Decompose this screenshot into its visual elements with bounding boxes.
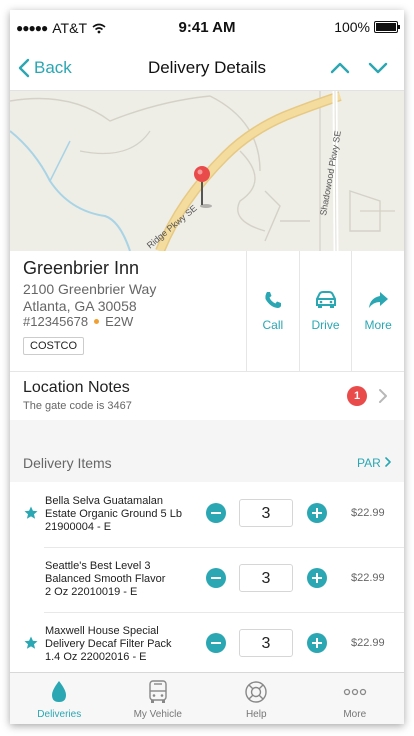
phone-icon — [265, 292, 281, 308]
more-actions-button[interactable]: More — [351, 251, 404, 371]
item-price: $22.99 — [351, 572, 385, 584]
customer-tag: COSTCO — [23, 337, 85, 355]
droplet-icon — [52, 681, 67, 702]
item-name-line-1: Maxwell House Special — [45, 625, 159, 637]
route-code: E2W — [105, 314, 134, 329]
app-screen: ●●●●● AT&T 9:41 AM 100% Back Delivery De… — [10, 10, 404, 724]
address-line-2: Atlanta, GA 30058 — [23, 298, 137, 314]
next-delivery-button[interactable] — [368, 60, 388, 76]
more-actions-label: More — [364, 318, 392, 332]
decrease-quantity-button[interactable] — [206, 568, 226, 588]
decrease-quantity-button[interactable] — [206, 503, 226, 523]
item-name: Maxwell House Special Delivery Decaf Fil… — [45, 625, 205, 664]
par-button[interactable]: PAR — [357, 456, 392, 470]
tab-deliveries[interactable]: Deliveries — [10, 673, 109, 724]
chevron-right-icon — [385, 457, 391, 467]
quantity-input[interactable]: 3 — [239, 629, 293, 657]
car-icon — [315, 291, 336, 308]
bus-icon — [149, 680, 167, 703]
customer-name: Greenbrier Inn — [23, 258, 140, 278]
decrease-quantity-button[interactable] — [206, 633, 226, 653]
ellipsis-icon — [343, 688, 366, 696]
list-item: Bella Selva Guatamalan Estate Organic Gr… — [10, 482, 404, 547]
order-line: #12345678 E2W — [23, 314, 133, 329]
status-bar: ●●●●● AT&T 9:41 AM 100% — [10, 10, 404, 46]
increase-quantity-button[interactable] — [307, 503, 327, 523]
drive-label: Drive — [311, 318, 340, 332]
lifebuoy-icon — [245, 681, 267, 703]
tab-help-label: Help — [245, 709, 267, 720]
item-name-line-2: Delivery Decaf Filter Pack — [45, 638, 172, 650]
quantity-input[interactable]: 3 — [239, 499, 293, 527]
nav-bar: Back Delivery Details — [10, 46, 404, 91]
map-canvas: Ridge Pkwy SE Shadowood Pkwy SE — [10, 91, 404, 251]
item-price: $22.99 — [351, 507, 385, 519]
item-name-line-1: Seattle's Best Level 3 — [45, 560, 151, 572]
item-name-line-2: Estate Organic Ground 5 Lb — [45, 508, 182, 520]
quantity-input[interactable]: 3 — [239, 564, 293, 592]
tab-deliveries-label: Deliveries — [37, 709, 82, 720]
notes-count-badge: 1 — [347, 386, 367, 406]
item-price: $22.99 — [351, 637, 385, 649]
item-name-line-1: Bella Selva Guatamalan — [45, 495, 164, 507]
chevron-right-icon — [379, 389, 387, 403]
tab-more-label: More — [343, 709, 367, 720]
item-name-line-3: 21900004 - E — [45, 521, 112, 533]
par-label: PAR — [357, 456, 381, 470]
call-label: Call — [262, 318, 284, 332]
location-note-text: The gate code is 3467 — [23, 400, 132, 412]
list-item: Seattle's Best Level 3 Balanced Smooth F… — [10, 547, 404, 612]
call-button[interactable]: Call — [246, 251, 299, 371]
action-buttons: Call Drive More — [246, 251, 404, 371]
item-name-line-3: 1.4 Oz 22002016 - E — [45, 651, 147, 663]
delivery-items-list: Bella Selva Guatamalan Estate Organic Gr… — [10, 482, 404, 677]
tab-help[interactable]: Help — [207, 673, 306, 724]
customer-info: Greenbrier Inn 2100 Greenbrier Way Atlan… — [10, 251, 404, 372]
item-name: Seattle's Best Level 3 Balanced Smooth F… — [45, 560, 205, 599]
increase-quantity-button[interactable] — [307, 633, 327, 653]
battery-percent: 100% — [334, 19, 370, 35]
address-line-1: 2100 Greenbrier Way — [23, 281, 157, 297]
tab-my-vehicle-label: My Vehicle — [133, 709, 182, 720]
delivery-items-title: Delivery Items — [23, 455, 112, 471]
star-icon[interactable] — [24, 506, 38, 520]
item-name: Bella Selva Guatamalan Estate Organic Gr… — [45, 495, 205, 534]
increase-quantity-button[interactable] — [307, 568, 327, 588]
tab-bar: Deliveries My Vehicle Help More — [10, 672, 404, 724]
item-name-line-3: 2 Oz 22010019 - E — [45, 586, 138, 598]
previous-delivery-button[interactable] — [330, 60, 350, 76]
share-arrow-icon — [369, 292, 389, 308]
drive-button[interactable]: Drive — [298, 251, 352, 371]
location-notes-row[interactable]: Location Notes The gate code is 3467 1 — [10, 372, 404, 420]
tab-my-vehicle[interactable]: My Vehicle — [109, 673, 208, 724]
star-icon[interactable] — [24, 636, 38, 650]
route-dot-icon — [94, 319, 100, 324]
item-name-line-2: Balanced Smooth Flavor — [45, 573, 166, 585]
delivery-items-header: Delivery Items PAR — [10, 420, 404, 482]
tab-more[interactable]: More — [306, 673, 405, 724]
location-notes-title: Location Notes — [23, 379, 130, 396]
map-view[interactable]: Ridge Pkwy SE Shadowood Pkwy SE — [10, 91, 404, 251]
battery-group: 100% — [334, 19, 400, 35]
list-item: Maxwell House Special Delivery Decaf Fil… — [10, 612, 404, 677]
battery-icon — [374, 21, 400, 33]
order-number: #12345678 — [23, 314, 89, 329]
